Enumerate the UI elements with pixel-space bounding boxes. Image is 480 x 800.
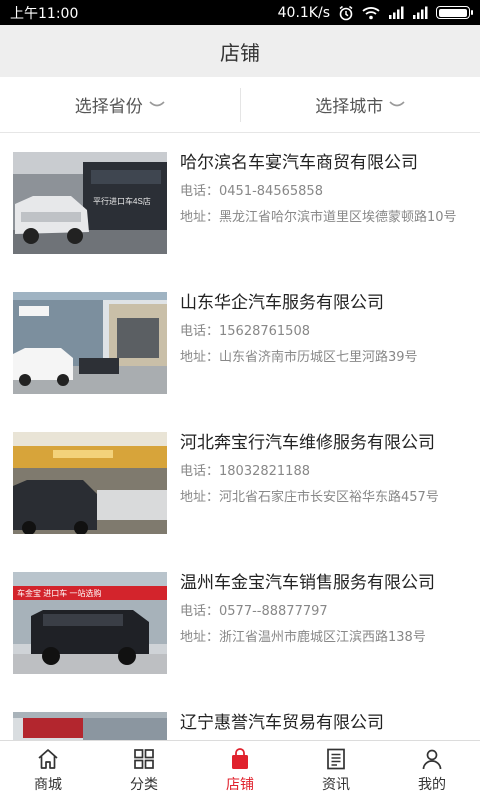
store-item[interactable]: 平行进口车4S店 哈尔滨名车宴汽车商贸有限公司 电话：0451-84565858… [0, 140, 480, 280]
tab-label: 我的 [418, 777, 446, 793]
address-value: 浙江省温州市鹿城区江滨西路138号 [219, 630, 426, 645]
bottom-tab-bar: 商城 分类 店铺 资讯 我的 [0, 740, 480, 800]
network-speed: 40.1K/s [277, 4, 330, 21]
province-filter-label: 选择省份 [74, 97, 143, 117]
store-item[interactable]: 车金宝 进口车 一站选购 温州车金宝汽车销售服务有限公司 电话：0577--88… [0, 560, 480, 700]
phone-label: 电话： [180, 604, 220, 619]
store-name: 辽宁惠誉汽车贸易有限公司 [180, 713, 384, 733]
tab-mall[interactable]: 商城 [0, 741, 96, 800]
store-address: 地址：浙江省温州市鹿城区江滨西路138号 [180, 630, 470, 646]
shop-bag-icon [232, 748, 248, 769]
address-label: 地址： [180, 350, 220, 365]
phone-value: 0577--88877797 [219, 604, 328, 619]
city-filter-label: 选择城市 [315, 97, 384, 117]
store-photo [13, 432, 167, 534]
store-phone: 电话：18032821188 [180, 460, 310, 479]
store-name: 哈尔滨名车宴汽车商贸有限公司 [180, 153, 418, 173]
tab-label: 分类 [130, 777, 158, 793]
store-item[interactable]: 山东华企汽车服务有限公司 电话：15628761508 地址：山东省济南市历城区… [0, 280, 480, 420]
store-photo [13, 712, 167, 740]
store-name: 温州车金宝汽车销售服务有限公司 [180, 573, 435, 593]
signal-icon-1 [388, 6, 404, 19]
store-name: 山东华企汽车服务有限公司 [180, 293, 384, 313]
address-label: 地址： [180, 210, 220, 225]
phone-label: 电话： [180, 324, 220, 339]
store-phone: 电话：0577--88877797 [180, 600, 328, 619]
tab-label: 资讯 [322, 777, 350, 793]
alarm-icon [338, 5, 354, 21]
address-value: 河北省石家庄市长安区裕华东路457号 [219, 490, 439, 505]
store-address: 地址：黑龙江省哈尔滨市道里区埃德蒙顿路10号 [180, 210, 470, 226]
tab-shop[interactable]: 店铺 [192, 741, 288, 800]
chevron-down-icon [149, 100, 165, 106]
province-filter[interactable]: 选择省份 [0, 77, 240, 132]
address-label: 地址： [180, 630, 220, 645]
home-icon [38, 749, 58, 769]
store-list: 平行进口车4S店 哈尔滨名车宴汽车商贸有限公司 电话：0451-84565858… [0, 140, 480, 740]
status-bar: 上午11:00 40.1K/s [0, 0, 480, 25]
store-photo [13, 292, 167, 394]
tab-label: 商城 [34, 777, 62, 793]
tab-mine[interactable]: 我的 [384, 741, 480, 800]
battery-icon [436, 6, 473, 19]
store-item[interactable]: 河北奔宝行汽车维修服务有限公司 电话：18032821188 地址：河北省石家庄… [0, 420, 480, 560]
phone-label: 电话： [180, 184, 220, 199]
city-filter[interactable]: 选择城市 [241, 77, 480, 132]
store-item[interactable]: 辽宁惠誉汽车贸易有限公司 [0, 700, 480, 740]
signal-icon-2 [412, 6, 428, 19]
phone-value: 15628761508 [219, 324, 310, 339]
title-bar: 店铺 [0, 25, 480, 77]
address-value: 山东省济南市历城区七里河路39号 [219, 350, 418, 365]
chevron-down-icon [389, 100, 405, 106]
store-address: 地址：河北省石家庄市长安区裕华东路457号 [180, 490, 470, 506]
store-name: 河北奔宝行汽车维修服务有限公司 [180, 433, 435, 453]
status-right: 40.1K/s [277, 4, 473, 21]
address-value: 黑龙江省哈尔滨市道里区埃德蒙顿路10号 [219, 210, 457, 225]
tab-category[interactable]: 分类 [96, 741, 192, 800]
filter-bar: 选择省份 选择城市 [0, 77, 480, 133]
store-address: 地址：山东省济南市历城区七里河路39号 [180, 350, 470, 366]
tab-news[interactable]: 资讯 [288, 741, 384, 800]
grid-icon [134, 749, 154, 769]
store-phone: 电话：15628761508 [180, 320, 310, 339]
status-time: 上午11:00 [10, 5, 79, 22]
address-label: 地址： [180, 490, 220, 505]
tab-label: 店铺 [226, 777, 254, 793]
phone-value: 0451-84565858 [219, 184, 323, 199]
news-icon [327, 748, 345, 770]
page-title: 店铺 [220, 40, 260, 65]
wifi-icon [362, 6, 380, 20]
person-icon [422, 749, 442, 770]
phone-value: 18032821188 [219, 464, 310, 479]
store-photo: 平行进口车4S店 [13, 152, 167, 254]
store-1-sign: 平行进口车4S店 [93, 196, 151, 206]
store-4-sign: 车金宝 进口车 一站选购 [17, 588, 101, 598]
store-photo: 车金宝 进口车 一站选购 [13, 572, 167, 674]
store-phone: 电话：0451-84565858 [180, 180, 323, 199]
phone-label: 电话： [180, 464, 220, 479]
